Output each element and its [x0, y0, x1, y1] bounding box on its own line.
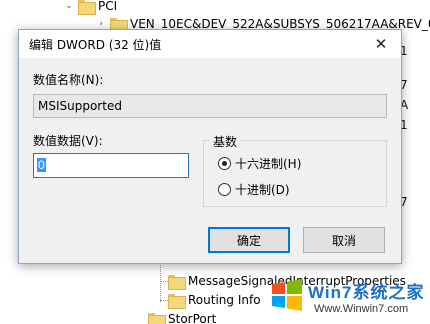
close-icon[interactable]: ✕ [371, 34, 391, 54]
radio-label: 十六进制(H) [235, 157, 302, 171]
chevron-right-icon[interactable]: › [96, 19, 106, 29]
dialog-titlebar[interactable]: 编辑 DWORD (32 位)值 [19, 30, 401, 58]
value-name-field: MSISupported [33, 94, 387, 118]
base-group-legend: 基数 [210, 133, 241, 150]
chevron-down-icon[interactable]: ⌄ [64, 1, 74, 11]
value-data-label: 数值数据(V): [33, 134, 103, 148]
watermark-url: Www.Winwin7.com [314, 303, 409, 315]
tree-item-pci[interactable]: ⌄ PCI [64, 0, 117, 15]
tree-item-routing-info[interactable]: Routing Info [168, 291, 261, 309]
value-name-label: 数值名称(N): [33, 73, 104, 87]
tree-item-label: PCI [98, 0, 118, 13]
folder-icon [148, 312, 166, 324]
tree-item-storport[interactable]: StorPort [148, 310, 216, 324]
folder-icon [168, 274, 186, 290]
folder-icon [78, 0, 96, 15]
radio-button-selected[interactable] [218, 157, 231, 170]
watermark-brand: Win7系统之家 [308, 283, 425, 302]
folder-icon [168, 293, 186, 309]
cancel-button[interactable]: 取消 [303, 227, 385, 253]
tree-item-label: Routing Info [188, 293, 261, 307]
radio-hexadecimal[interactable]: 十六进制(H) [218, 155, 301, 172]
radio-decimal[interactable]: 十进制(D) [218, 181, 290, 198]
base-group: 基数 十六进制(H) 十进制(D) [203, 133, 387, 207]
value-data-input[interactable]: 0 [33, 153, 189, 178]
tree-item-label: StorPort [168, 312, 217, 324]
radio-label: 十进制(D) [235, 183, 290, 197]
ok-button[interactable]: 确定 [208, 227, 290, 253]
dialog-title: 编辑 DWORD (32 位)值 [29, 37, 162, 52]
watermark-logo: Win7系统之家 Www.Winwin7.com [268, 272, 428, 324]
windows-logo-icon [272, 279, 302, 311]
radio-button[interactable] [218, 183, 231, 196]
edit-dword-dialog: 编辑 DWORD (32 位)值 ✕ 数值名称(N): MSISupported… [18, 29, 402, 264]
value-data-text: 0 [37, 158, 46, 172]
dialog-body: 数值名称(N): MSISupported 数值数据(V): 0 基数 十六进制… [19, 58, 401, 263]
